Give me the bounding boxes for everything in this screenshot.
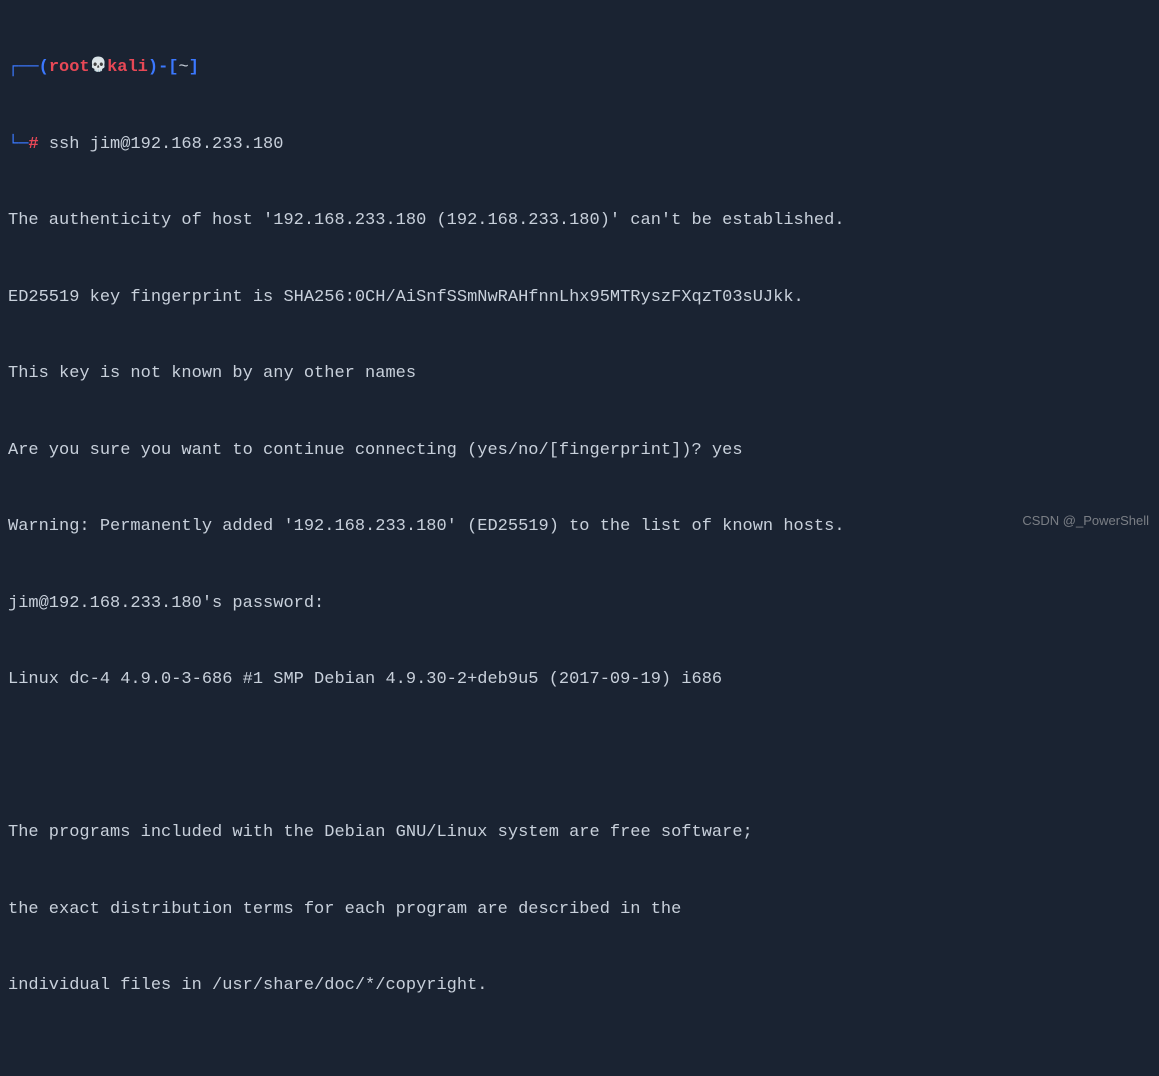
box-corner: ┌──( (8, 58, 49, 77)
output-line: Warning: Permanently added '192.168.233.… (8, 514, 1151, 540)
prompt-line-1: ┌──(root💀kali)-[~] (8, 55, 1151, 81)
prompt-host: kali (107, 58, 148, 77)
output-blank (8, 744, 1151, 770)
output-line: Are you sure you want to continue connec… (8, 438, 1151, 464)
output-line: The authenticity of host '192.168.233.18… (8, 208, 1151, 234)
watermark-text: CSDN @_PowerShell (1022, 511, 1149, 531)
skull-icon: 💀 (90, 58, 107, 74)
output-blank (8, 1050, 1151, 1076)
ssh-command: ssh jim@192.168.233.180 (49, 135, 284, 154)
terminal-output[interactable]: ┌──(root💀kali)-[~] └─# ssh jim@192.168.2… (8, 4, 1151, 1076)
output-line: individual files in /usr/share/doc/*/cop… (8, 973, 1151, 999)
output-line: This key is not known by any other names (8, 361, 1151, 387)
prompt-line-2: └─# ssh jim@192.168.233.180 (8, 132, 1151, 158)
output-line: The programs included with the Debian GN… (8, 820, 1151, 846)
prompt-hash: # (28, 135, 38, 154)
prompt-path: ~ (178, 58, 188, 77)
box-right: )-[ (148, 58, 179, 77)
box-end: ] (189, 58, 199, 77)
output-line: jim@192.168.233.180's password: (8, 591, 1151, 617)
output-line: Linux dc-4 4.9.0-3-686 #1 SMP Debian 4.9… (8, 667, 1151, 693)
output-line: ED25519 key fingerprint is SHA256:0CH/Ai… (8, 285, 1151, 311)
prompt-user: root (49, 58, 90, 77)
box-corner-bottom: └─ (8, 135, 28, 154)
output-line: the exact distribution terms for each pr… (8, 897, 1151, 923)
